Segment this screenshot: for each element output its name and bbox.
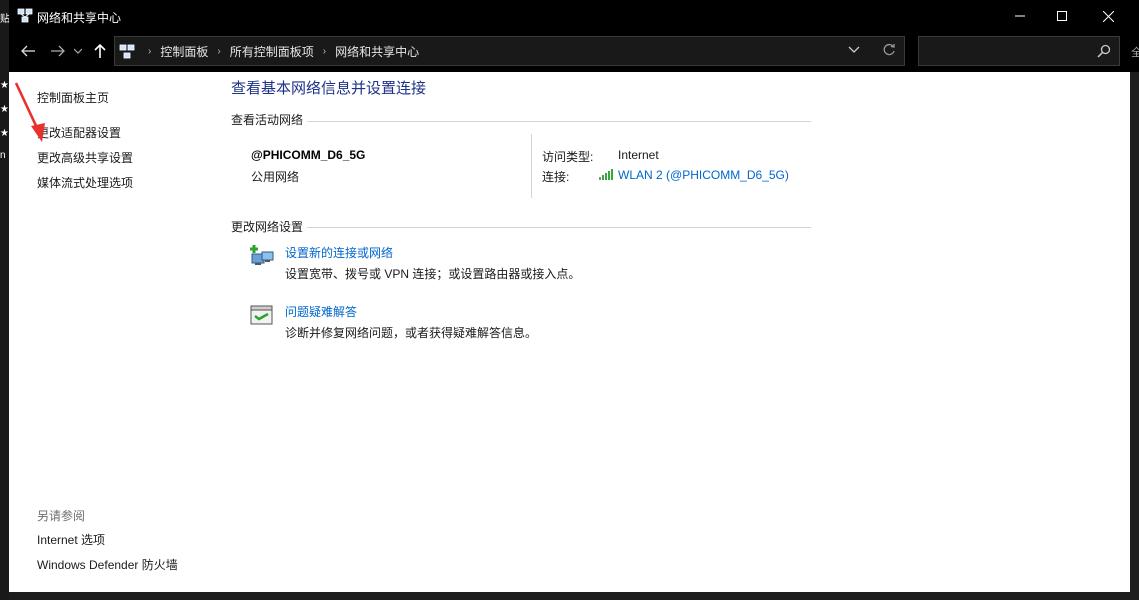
wifi-signal-icon: [599, 169, 613, 180]
chevron-down-icon: [74, 48, 82, 54]
recent-locations-button[interactable]: [71, 40, 85, 62]
breadcrumb-separator-icon: ›: [322, 45, 327, 57]
new-connection-link[interactable]: 设置新的连接或网络: [285, 244, 393, 261]
window-edge: [9, 592, 1139, 600]
navigation-bar: › 控制面板 › 所有控制面板项 › 网络和共享中心 全: [9, 32, 1139, 72]
new-connection-icon: [250, 245, 274, 265]
maximize-button[interactable]: [1039, 0, 1085, 32]
see-also-firewall[interactable]: Windows Defender 防火墙: [37, 556, 178, 573]
minimize-icon: [1015, 15, 1025, 17]
pin-icon: ★: [0, 80, 9, 91]
new-connection-description: 设置宽带、拨号或 VPN 连接；或设置路由器或接入点。: [285, 267, 581, 281]
edge-char: 全: [1131, 47, 1139, 59]
window-title: 网络和共享中心: [37, 11, 122, 25]
divider: [531, 134, 532, 198]
title-bar: 网络和共享中心: [9, 0, 1139, 32]
address-bar[interactable]: › 控制面板 › 所有控制面板项 › 网络和共享中心: [114, 36, 905, 66]
sidebar-link-media-streaming[interactable]: 媒体流式处理选项: [37, 174, 133, 191]
edge-char: n: [0, 150, 6, 161]
troubleshoot-description: 诊断并修复网络问题，或者获得疑难解答信息。: [285, 326, 538, 340]
see-also-label: 另请参阅: [37, 509, 86, 523]
change-settings-label: 更改网络设置: [231, 220, 304, 234]
up-arrow-icon: [94, 44, 106, 58]
minimize-button[interactable]: [997, 0, 1043, 32]
back-arrow-icon: [21, 45, 35, 57]
search-input[interactable]: [918, 36, 1120, 66]
network-center-icon: [119, 44, 135, 59]
breadcrumb-item[interactable]: 网络和共享中心: [335, 43, 419, 60]
network-center-icon: [17, 8, 33, 23]
maximize-icon: [1057, 11, 1067, 21]
close-button[interactable]: [1085, 0, 1131, 32]
sidebar-link-change-adapter[interactable]: 更改适配器设置: [37, 124, 121, 141]
main-panel: 查看基本网络信息并设置连接 查看活动网络 @PHICOMM_D6_5G 公用网络…: [231, 72, 831, 592]
sidebar: 控制面板主页 更改适配器设置 更改高级共享设置 媒体流式处理选项 另请参阅 In…: [9, 72, 219, 592]
pin-icon: ★: [0, 128, 9, 139]
divider: [307, 227, 811, 228]
sidebar-link-advanced-sharing[interactable]: 更改高级共享设置: [37, 149, 133, 166]
page-title: 查看基本网络信息并设置连接: [231, 80, 427, 97]
access-type-value: Internet: [618, 148, 659, 162]
breadcrumb-item[interactable]: 所有控制面板项: [230, 43, 314, 60]
forward-button[interactable]: [47, 40, 69, 62]
close-icon: [1102, 10, 1114, 22]
breadcrumb: › 控制面板 › 所有控制面板项 › 网络和共享中心: [139, 37, 419, 65]
troubleshoot-icon: [250, 305, 273, 325]
breadcrumb-separator-icon: ›: [148, 45, 152, 57]
address-dropdown-icon[interactable]: [848, 43, 860, 57]
network-category[interactable]: 公用网络: [251, 168, 299, 185]
refresh-icon[interactable]: [882, 43, 896, 57]
window-edge: [1130, 72, 1139, 592]
annotation-arrow-icon: [14, 82, 45, 142]
up-button[interactable]: [89, 40, 111, 62]
divider: [307, 121, 811, 122]
back-button[interactable]: [17, 40, 39, 62]
see-also-internet-options[interactable]: Internet 选项: [37, 531, 105, 548]
troubleshoot-link[interactable]: 问题疑难解答: [285, 303, 357, 320]
forward-arrow-icon: [51, 45, 65, 57]
pin-icon: ★: [0, 104, 9, 115]
connection-link[interactable]: WLAN 2 (@PHICOMM_D6_5G): [618, 168, 789, 182]
access-type-label: 访问类型:: [542, 150, 594, 164]
breadcrumb-item[interactable]: 控制面板: [160, 43, 208, 60]
network-name: @PHICOMM_D6_5G: [251, 148, 366, 162]
breadcrumb-separator-icon: ›: [217, 45, 221, 57]
search-icon: [1097, 44, 1111, 58]
active-networks-label: 查看活动网络: [231, 113, 304, 127]
background-window-edge: 贴 ★ ★ ★ n: [0, 0, 10, 600]
content-area: 控制面板主页 更改适配器设置 更改高级共享设置 媒体流式处理选项 另请参阅 In…: [9, 72, 1130, 592]
connection-label: 连接:: [542, 170, 570, 184]
